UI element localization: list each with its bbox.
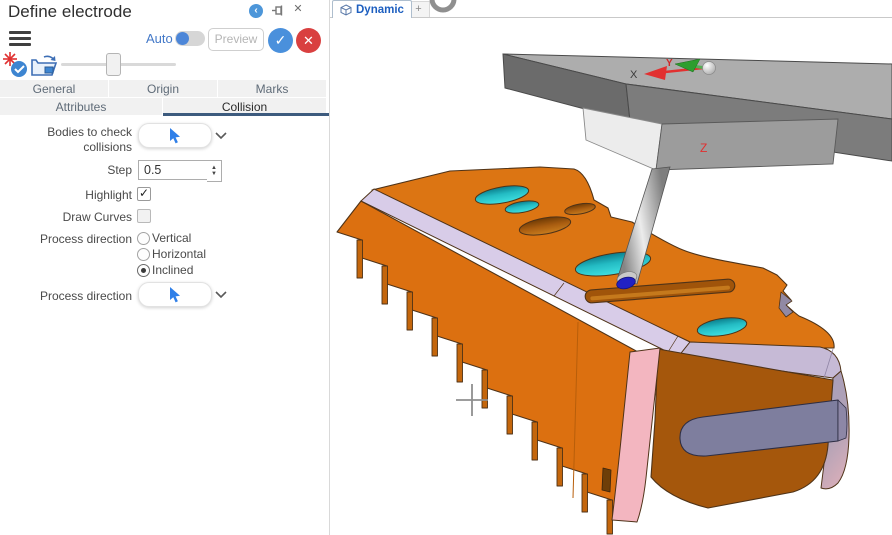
collapse-panel-button[interactable]: ‹ [249, 4, 263, 18]
axis-x-label: X [630, 69, 638, 81]
tab-marks[interactable]: Marks [218, 80, 326, 97]
cursor-arrow-icon [169, 287, 181, 303]
spin-down-icon[interactable]: ▼ [211, 171, 217, 177]
process-expand-chevron-icon[interactable] [214, 287, 228, 303]
radio-vertical-label[interactable]: Vertical [152, 231, 191, 245]
step-spinner[interactable]: ▲ ▼ [207, 160, 222, 182]
radio-inclined-label[interactable]: Inclined [152, 263, 193, 277]
step-input[interactable] [138, 160, 213, 180]
cancel-button[interactable]: ✕ [296, 28, 321, 53]
close-panel-button[interactable]: ✕ [291, 2, 305, 16]
rotate-arc-icon [428, 0, 462, 18]
bodies-label-line1: Bodies to check [47, 125, 132, 139]
process-direction2-label: Process direction [40, 289, 132, 303]
preview-button[interactable]: Preview [208, 28, 264, 51]
process-direction-pick-button[interactable] [138, 282, 212, 307]
active-tab-underline [163, 113, 329, 116]
radio-horizontal[interactable] [137, 248, 150, 261]
application-window: Define electrode ‹ ✕ Auto Preview ✓ ✕ [0, 0, 892, 535]
tab-dynamic-label: Dynamic [356, 4, 404, 16]
define-electrode-panel: Define electrode ‹ ✕ Auto Preview ✓ ✕ [0, 0, 330, 535]
check-icon: ✓ [275, 32, 287, 48]
axis-z-label: Z [700, 141, 707, 155]
electrode-small-notch [602, 468, 611, 492]
verify-spark-icon[interactable] [2, 51, 29, 78]
menu-hamburger-button[interactable] [9, 31, 31, 46]
holder-block[interactable]: Z [503, 54, 892, 170]
load-folder-icon[interactable] [30, 51, 58, 78]
electrode-body[interactable] [337, 167, 849, 534]
auto-label: Auto [146, 31, 173, 46]
radio-horizontal-label[interactable]: Horizontal [152, 247, 206, 261]
graphics-viewport[interactable]: Dynamic + [330, 0, 892, 535]
auto-toggle[interactable] [175, 31, 205, 46]
axis-y-label: Y [666, 58, 673, 69]
origin-sphere [703, 62, 716, 75]
highlight-label: Highlight [85, 188, 132, 202]
tab-row-1: General Origin Marks [0, 80, 326, 97]
bodies-pick-button[interactable] [138, 123, 212, 148]
tab-dynamic[interactable]: Dynamic [332, 0, 412, 18]
page-title: Define electrode [8, 2, 132, 22]
tab-attributes[interactable]: Attributes [0, 98, 162, 115]
bodies-expand-chevron-icon[interactable] [214, 128, 228, 144]
cancel-icon: ✕ [303, 33, 314, 48]
bodies-label-line2: collisions [83, 140, 132, 154]
ok-button[interactable]: ✓ [268, 28, 293, 53]
back-icon: ‹ [254, 5, 257, 16]
tab-general[interactable]: General [0, 80, 108, 97]
radio-vertical[interactable] [137, 232, 150, 245]
radio-inclined[interactable] [137, 264, 150, 277]
viewport-tab-bar: Dynamic + [330, 0, 892, 18]
pin-icon[interactable] [271, 4, 284, 17]
check-icon: ✓ [139, 186, 149, 200]
tab-origin[interactable]: Origin [109, 80, 217, 97]
draw-curves-checkbox[interactable] [137, 209, 151, 223]
step-label: Step [107, 163, 132, 177]
highlight-checkbox[interactable]: ✓ [137, 187, 151, 201]
transparency-slider-thumb[interactable] [106, 53, 121, 76]
draw-curves-label: Draw Curves [63, 210, 132, 224]
cube-icon [340, 4, 352, 16]
scene-canvas[interactable]: Z X Y [330, 17, 892, 535]
cursor-arrow-icon [169, 128, 181, 144]
toggle-knob [176, 32, 189, 45]
process-direction-label: Process direction [40, 232, 132, 246]
